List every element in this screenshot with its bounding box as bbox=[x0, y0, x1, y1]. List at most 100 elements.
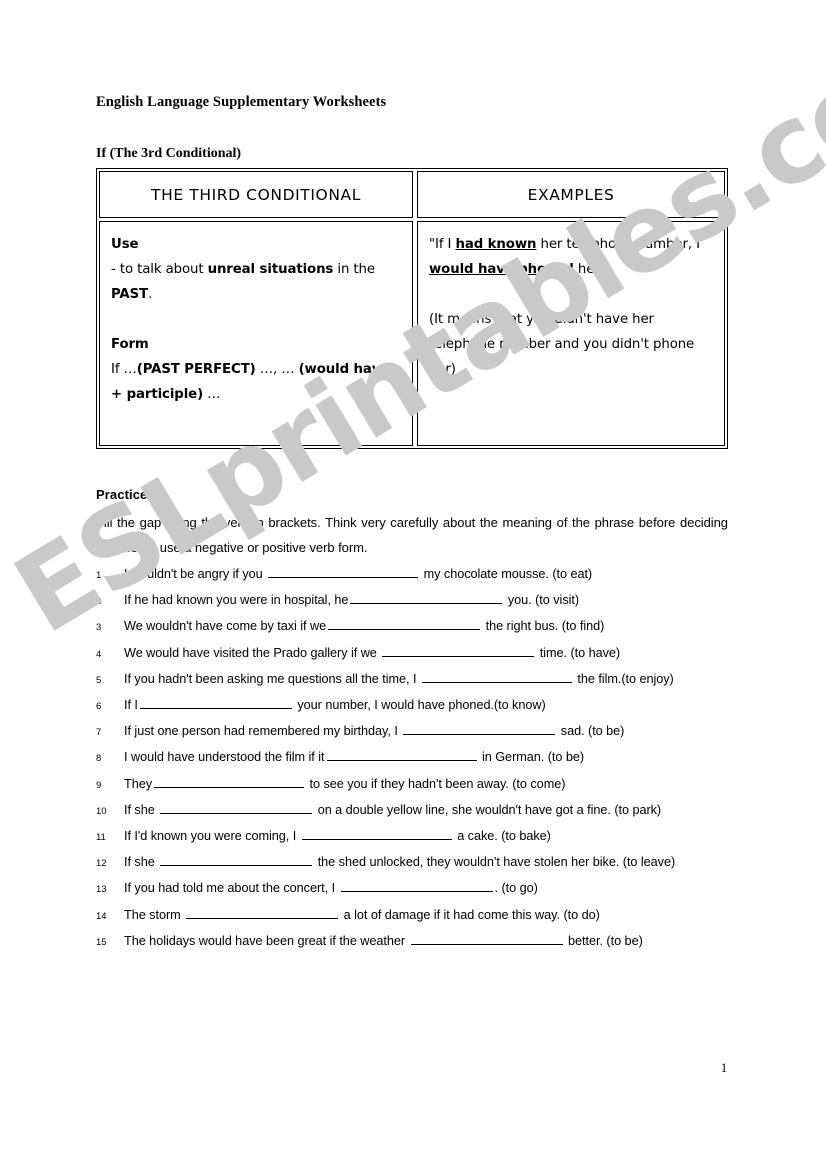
question-suffix: the shed unlocked, they wouldn't have st… bbox=[314, 855, 676, 870]
question-prefix: We would have visited the Prado gallery … bbox=[124, 645, 381, 660]
question-prefix: I wouldn't be angry if you bbox=[124, 567, 267, 581]
table-header-left-label: THE THIRD CONDITIONAL bbox=[151, 185, 361, 204]
question-prefix: If just one person had remembered my bir… bbox=[124, 724, 402, 739]
question-row: 14 The storm a lot of damage if it had co… bbox=[96, 903, 730, 929]
question-text: If you had told me about the concert, I … bbox=[124, 876, 730, 901]
practice-heading-number: 1 bbox=[149, 491, 155, 502]
question-number: 1 bbox=[96, 570, 102, 581]
question-prefix: If you hadn't been asking me questions a… bbox=[124, 671, 420, 686]
question-suffix: in German. (to be) bbox=[478, 750, 585, 765]
question-prefix: If you had told me about the concert, I bbox=[124, 881, 339, 896]
question-text: We would have visited the Prado gallery … bbox=[124, 641, 730, 666]
question-suffix: on a double yellow line, she wouldn't ha… bbox=[314, 802, 662, 817]
question-text: If I'd known you were coming, I a cake. … bbox=[124, 824, 730, 849]
answer-blank[interactable] bbox=[421, 670, 572, 683]
answer-blank[interactable] bbox=[139, 696, 292, 710]
answer-blank[interactable] bbox=[186, 906, 339, 919]
question-suffix: a cake. (to bake) bbox=[453, 829, 551, 844]
question-text: I wouldn't be angry if you my chocolate … bbox=[124, 562, 730, 587]
question-suffix: time. (to have) bbox=[536, 645, 621, 660]
question-number: 3 bbox=[96, 622, 102, 634]
question-prefix: If he had known you were in hospital, he bbox=[124, 593, 349, 608]
table-header-right-label: EXAMPLES bbox=[527, 185, 615, 204]
question-text: If he had known you were in hospital, he… bbox=[124, 588, 730, 613]
question-number: 14 bbox=[96, 910, 107, 922]
answer-blank[interactable] bbox=[268, 565, 419, 578]
answer-blank[interactable] bbox=[160, 853, 313, 867]
question-row: 3 We wouldn't have come by taxi if we the… bbox=[96, 614, 730, 640]
answer-blank[interactable] bbox=[403, 722, 556, 736]
question-prefix: If she bbox=[124, 855, 159, 870]
answer-blank[interactable] bbox=[410, 932, 563, 945]
question-number: 12 bbox=[96, 858, 107, 870]
worksheet-page: English Language Supplementary Worksheet… bbox=[0, 0, 826, 1169]
question-text: I would have understood the film if it i… bbox=[124, 745, 730, 770]
question-row: 2 If he had known you were in hospital, h… bbox=[96, 588, 730, 614]
question-row: 15 The holidays would have been great if … bbox=[96, 929, 730, 955]
question-number: 9 bbox=[96, 779, 102, 791]
table-header-cell-right: EXAMPLES bbox=[417, 171, 725, 218]
use-label: Use bbox=[111, 237, 139, 252]
table-body-row: Use - to talk about unreal situations in… bbox=[99, 221, 725, 446]
question-text: If she on a double yellow line, she woul… bbox=[124, 798, 730, 823]
question-prefix: I would have understood the film if it bbox=[124, 750, 325, 765]
question-number: 11 bbox=[96, 832, 106, 844]
question-prefix: They bbox=[124, 776, 153, 791]
answer-blank[interactable] bbox=[326, 748, 477, 762]
example-sentence: "If I had known her telephone number, I … bbox=[429, 237, 700, 277]
question-prefix: The storm bbox=[124, 907, 185, 922]
practice-heading: Practice 1 bbox=[96, 487, 155, 502]
table-header-row: THE THIRD CONDITIONAL EXAMPLES bbox=[99, 171, 725, 218]
practice-question-list: 1 I wouldn't be angry if you my chocolate… bbox=[96, 562, 730, 955]
question-text: If you hadn't been asking me questions a… bbox=[124, 667, 730, 692]
question-row: 10 If she on a double yellow line, she wo… bbox=[96, 798, 730, 824]
question-suffix: the film.(to enjoy) bbox=[573, 671, 674, 686]
question-number: 6 bbox=[96, 701, 102, 713]
question-prefix: If I bbox=[124, 698, 138, 713]
form-label: Form bbox=[111, 337, 149, 352]
question-suffix: the right bus. (to find) bbox=[482, 619, 605, 634]
table-header-cell-left: THE THIRD CONDITIONAL bbox=[99, 171, 413, 218]
question-suffix: my chocolate mousse. (to eat) bbox=[420, 567, 593, 581]
question-row: 7 If just one person had remembered my bi… bbox=[96, 719, 730, 745]
page-title: English Language Supplementary Worksheet… bbox=[96, 94, 387, 110]
question-prefix: If I'd known you were coming, I bbox=[124, 829, 300, 844]
answer-blank[interactable] bbox=[328, 617, 481, 631]
question-number: 13 bbox=[96, 884, 107, 896]
example-explanation: (It means that you didn't have her telep… bbox=[429, 312, 695, 377]
table-cell-examples: "If I had known her telephone number, I … bbox=[417, 221, 725, 446]
answer-blank[interactable] bbox=[160, 801, 313, 814]
form-description: If …(PAST PERFECT) …, … (would have + pa… bbox=[111, 362, 390, 402]
question-prefix: We wouldn't have come by taxi if we bbox=[124, 619, 327, 634]
question-row: 6 If I your number, I would have phoned.(… bbox=[96, 693, 730, 719]
spacer-line bbox=[429, 282, 713, 307]
third-conditional-table: THE THIRD CONDITIONAL EXAMPLES Use - to … bbox=[96, 168, 728, 449]
question-suffix: to see you if they hadn't been away. (to… bbox=[306, 776, 566, 791]
question-prefix: If she bbox=[124, 802, 159, 817]
answer-blank[interactable] bbox=[382, 644, 535, 657]
question-row: 4 We would have visited the Prado gallery… bbox=[96, 641, 730, 667]
question-number: 4 bbox=[96, 648, 102, 660]
answer-blank[interactable] bbox=[340, 879, 493, 893]
answer-blank[interactable] bbox=[301, 827, 452, 841]
section-title: If (The 3rd Conditional) bbox=[96, 146, 242, 161]
answer-blank[interactable] bbox=[350, 591, 503, 605]
answer-blank[interactable] bbox=[154, 775, 305, 788]
page-number: 1 bbox=[720, 1060, 728, 1075]
practice-instructions: Fill the gap using the verb in brackets.… bbox=[96, 515, 728, 555]
question-number: 15 bbox=[96, 936, 107, 948]
question-text: They to see you if they hadn't been away… bbox=[124, 772, 730, 797]
question-text: The storm a lot of damage if it had come… bbox=[124, 903, 730, 928]
question-suffix: better. (to be) bbox=[564, 933, 643, 948]
question-row: 13 If you had told me about the concert, … bbox=[96, 876, 730, 902]
question-row: 1 I wouldn't be angry if you my chocolate… bbox=[96, 562, 730, 588]
question-row: 8 I would have understood the film if it … bbox=[96, 745, 730, 771]
question-suffix: a lot of damage if it had come this way.… bbox=[340, 907, 600, 922]
question-row: 5 If you hadn't been asking me questions … bbox=[96, 667, 730, 693]
spacer-line bbox=[111, 307, 401, 332]
question-suffix: . (to go) bbox=[494, 881, 538, 896]
question-number: 10 bbox=[96, 805, 107, 817]
question-number: 5 bbox=[96, 674, 102, 686]
question-text: If just one person had remembered my bir… bbox=[124, 719, 730, 744]
question-number: 2 bbox=[96, 596, 102, 608]
